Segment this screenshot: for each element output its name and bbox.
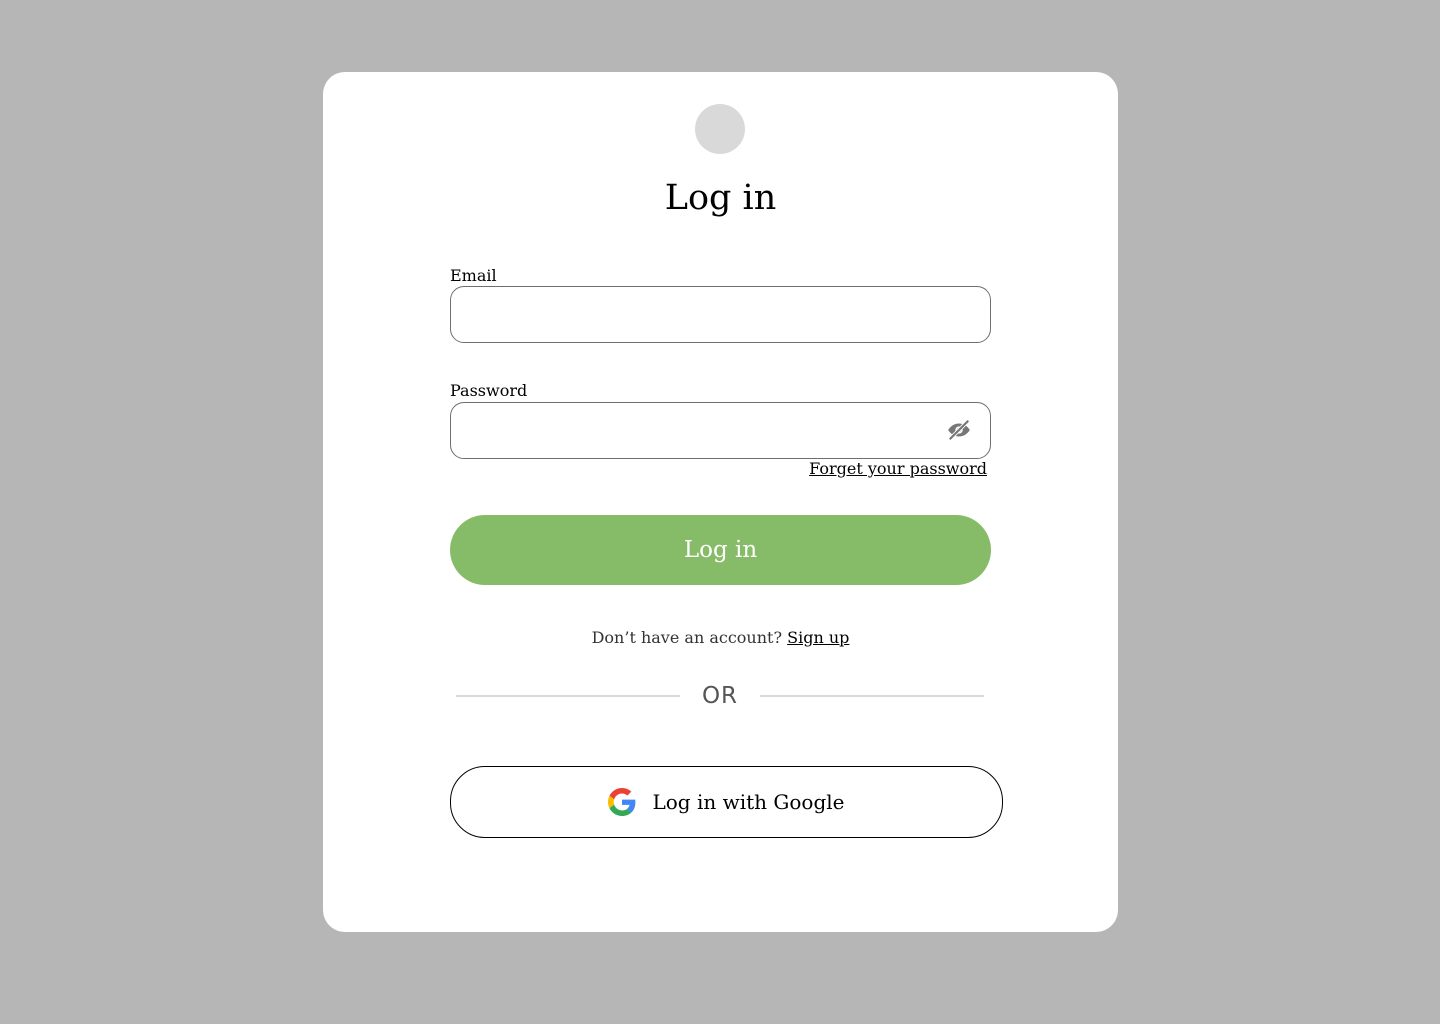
divider-label: OR <box>701 683 739 709</box>
google-login-label: Log in with Google <box>652 790 845 814</box>
signup-prompt: Don’t have an account? <box>591 628 783 647</box>
eye-off-icon[interactable] <box>945 416 973 444</box>
email-field[interactable] <box>450 286 991 343</box>
google-icon <box>608 788 636 816</box>
divider-line-left <box>456 695 680 697</box>
login-card: Log in Email Password Forget your passwo… <box>323 72 1118 932</box>
password-field[interactable] <box>450 402 991 459</box>
email-label: Email <box>450 266 497 285</box>
forgot-password-link[interactable]: Forget your password <box>809 459 987 479</box>
login-button[interactable]: Log in <box>450 515 991 585</box>
signup-row: Don’t have an account? Sign up <box>323 628 1118 648</box>
page-title: Log in <box>664 178 777 218</box>
logo-placeholder <box>695 104 745 154</box>
divider-line-right <box>760 695 984 697</box>
google-login-button[interactable]: Log in with Google <box>450 766 1003 838</box>
signup-link[interactable]: Sign up <box>787 628 849 647</box>
password-label: Password <box>450 381 528 400</box>
